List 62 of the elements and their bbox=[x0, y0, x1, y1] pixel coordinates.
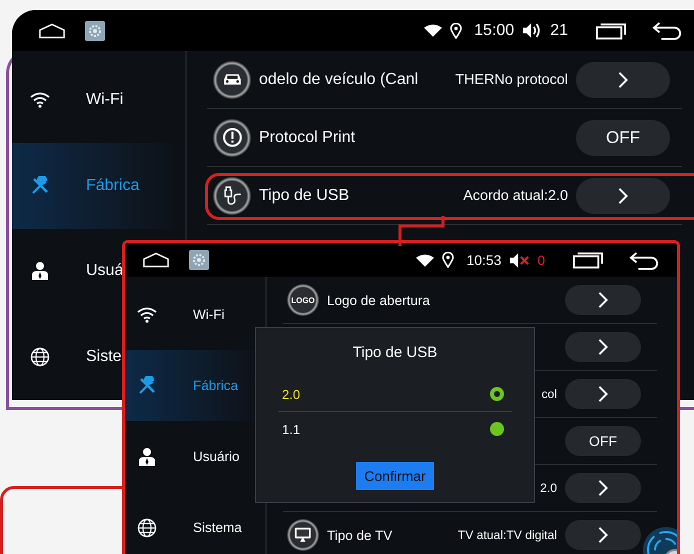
globe-icon bbox=[137, 518, 157, 538]
location-pin-icon bbox=[450, 22, 462, 38]
wifi-icon bbox=[137, 304, 157, 324]
radio-button[interactable] bbox=[490, 422, 504, 436]
setting-label: Tipo de TV bbox=[327, 528, 392, 542]
open-button[interactable] bbox=[565, 332, 641, 362]
recent-apps-icon[interactable] bbox=[573, 251, 603, 269]
toggle-button[interactable]: OFF bbox=[576, 120, 670, 156]
sidebar-item[interactable]: Usuá bbox=[12, 228, 124, 314]
volume-level-text: 0 bbox=[537, 252, 545, 268]
volume-level-text: 21 bbox=[550, 22, 568, 40]
gear-icon[interactable] bbox=[85, 20, 105, 40]
logo-badge-text: LOGO bbox=[291, 296, 315, 304]
sidebar-item[interactable]: Wi-Fi bbox=[125, 279, 265, 350]
dialog-title: Tipo de USB bbox=[352, 344, 438, 361]
recent-apps-icon[interactable] bbox=[596, 22, 626, 40]
chevron-right-icon bbox=[617, 186, 629, 204]
setting-label: Protocol Print bbox=[259, 128, 356, 146]
setting-value: THERNo protocol bbox=[455, 72, 568, 88]
sidebar-item[interactable]: Sistema bbox=[125, 492, 265, 554]
toggle-button[interactable]: OFF bbox=[565, 426, 641, 456]
wifi-icon bbox=[416, 254, 434, 266]
wifi-icon bbox=[424, 24, 442, 37]
user-icon bbox=[30, 261, 50, 282]
sidebar-item[interactable]: Siste bbox=[12, 314, 122, 400]
globe-icon bbox=[30, 347, 50, 368]
home-icon[interactable] bbox=[143, 252, 169, 268]
location-pin-icon bbox=[442, 252, 454, 268]
chevron-right-icon bbox=[597, 479, 609, 497]
monitor-icon bbox=[294, 526, 312, 544]
setting-value: col bbox=[541, 387, 557, 401]
confirm-button[interactable]: Confirmar bbox=[356, 462, 434, 490]
chevron-right-icon bbox=[597, 338, 609, 356]
exclamation-icon bbox=[222, 127, 242, 148]
chevron-right-icon bbox=[617, 70, 629, 88]
radio-button[interactable] bbox=[490, 387, 504, 401]
setting-label: Logo de abertura bbox=[327, 292, 430, 308]
chevron-right-icon bbox=[597, 385, 609, 403]
setting-value: TV atual:TV digital bbox=[458, 528, 557, 542]
clock-text: 15:00 bbox=[474, 22, 514, 40]
radio-option[interactable]: 1.1 bbox=[278, 412, 512, 446]
setting-label: Tipo de USB bbox=[259, 186, 350, 204]
setting-label: odelo de veículo (Canl bbox=[259, 70, 418, 88]
usb-cable-icon bbox=[222, 185, 242, 206]
sidebar-item[interactable]: Wi-Fi bbox=[12, 57, 124, 143]
chevron-right-icon bbox=[597, 526, 609, 544]
open-button[interactable] bbox=[565, 379, 641, 409]
sidebar-item[interactable]: Usuário bbox=[125, 421, 265, 492]
wifi-icon bbox=[30, 90, 50, 110]
back-icon[interactable] bbox=[629, 250, 659, 270]
setting-value: Acordo atual:2.0 bbox=[463, 188, 568, 204]
clock-text: 10:53 bbox=[466, 252, 502, 268]
back-icon[interactable] bbox=[652, 21, 682, 40]
tools-icon bbox=[137, 376, 157, 396]
tools-icon bbox=[30, 176, 50, 196]
open-button[interactable] bbox=[565, 473, 641, 503]
open-button[interactable] bbox=[565, 285, 641, 315]
radio-option[interactable]: 2.0 bbox=[278, 377, 512, 412]
home-icon[interactable] bbox=[39, 22, 65, 38]
user-icon bbox=[137, 446, 157, 466]
setting-value: 2.0 bbox=[540, 481, 557, 495]
chevron-right-icon bbox=[597, 291, 609, 309]
